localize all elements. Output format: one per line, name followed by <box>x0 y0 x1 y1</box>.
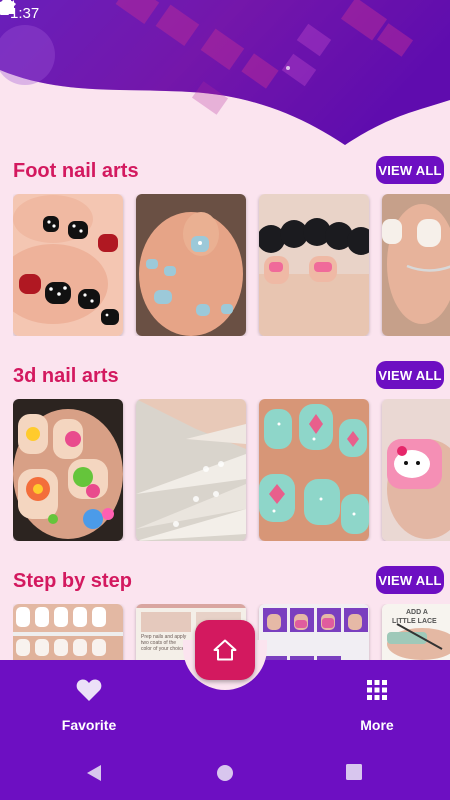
nav-more[interactable]: More <box>327 678 427 733</box>
nail-art-thumbnail[interactable] <box>382 194 450 336</box>
step-tutorial-text-line-3: color of your choice <box>141 646 185 652</box>
thumbnail-row <box>13 399 450 541</box>
back-icon[interactable] <box>85 764 103 782</box>
step-lace-text-line-1: ADD A <box>406 609 428 616</box>
recents-icon[interactable] <box>346 764 362 780</box>
nav-more-label: More <box>360 717 394 733</box>
battery-icon <box>0 0 9 15</box>
nail-art-thumbnail[interactable] <box>259 194 369 336</box>
section-foot-nail-arts: Foot nail arts VIEW ALL <box>0 156 450 341</box>
nail-art-thumbnail[interactable] <box>136 399 246 541</box>
nav-favorite[interactable]: Favorite <box>39 678 139 733</box>
nav-favorite-label: Favorite <box>61 717 117 733</box>
status-bar: 1:37 <box>0 0 450 26</box>
section-title: 3d nail arts <box>13 365 119 387</box>
home-button[interactable] <box>195 620 255 680</box>
view-all-button[interactable]: VIEW ALL <box>376 156 444 184</box>
thumbnail-row <box>13 194 450 336</box>
section-title: Step by step <box>13 570 132 592</box>
heart-icon <box>76 679 102 701</box>
nail-art-thumbnail[interactable] <box>13 194 123 336</box>
nail-art-thumbnail[interactable] <box>13 399 123 541</box>
home-circle-icon[interactable] <box>216 764 234 782</box>
system-navigation-bar <box>0 748 450 800</box>
nail-art-thumbnail[interactable] <box>382 399 450 541</box>
section-title: Foot nail arts <box>13 160 139 182</box>
header-banner: 1:37 <box>0 0 450 145</box>
home-icon <box>213 639 237 661</box>
view-all-button[interactable]: VIEW ALL <box>376 566 444 594</box>
view-all-button[interactable]: VIEW ALL <box>376 361 444 389</box>
grid-icon <box>367 680 387 700</box>
nail-art-thumbnail[interactable] <box>136 194 246 336</box>
nail-art-thumbnail[interactable] <box>259 399 369 541</box>
section-3d-nail-arts: 3d nail arts VIEW ALL <box>0 361 450 546</box>
